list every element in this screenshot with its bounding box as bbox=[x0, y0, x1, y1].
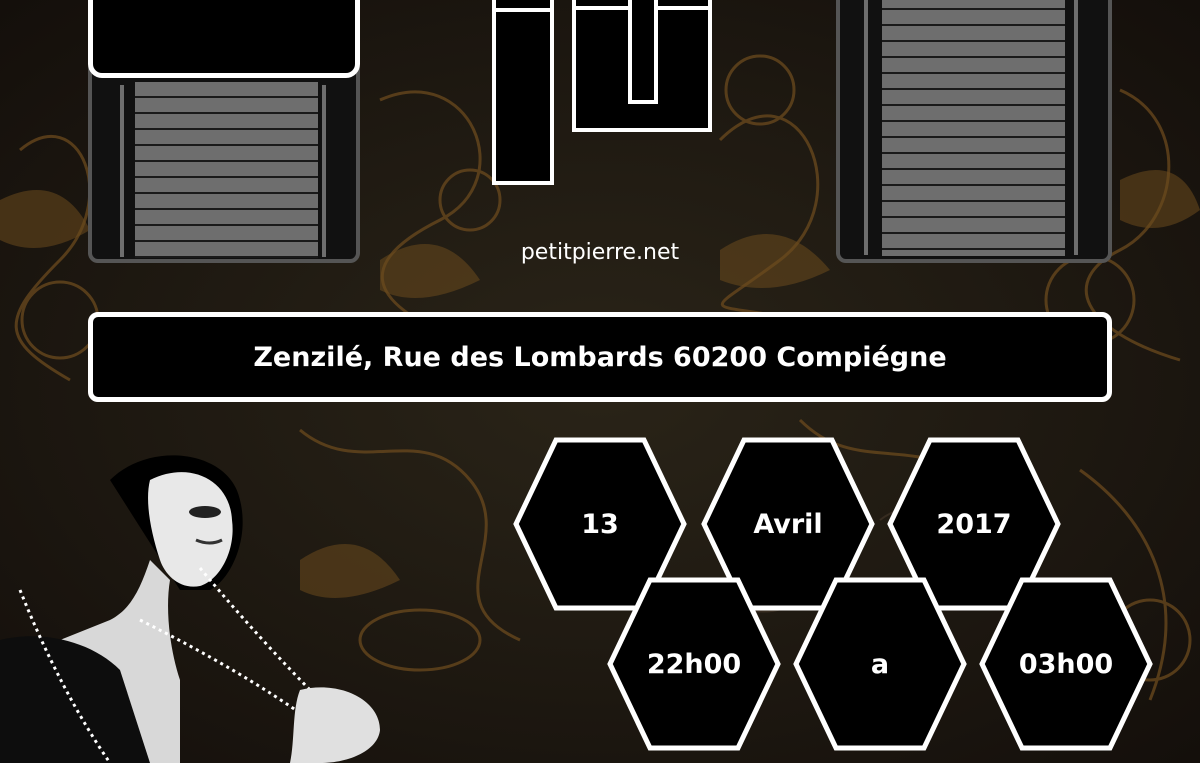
end-time-hexagon: 03h00 bbox=[978, 576, 1154, 752]
start-time-hexagon: 22h00 bbox=[606, 576, 782, 752]
end-time-text: 03h00 bbox=[1018, 648, 1114, 680]
separator-text: a bbox=[870, 648, 890, 680]
separator-hexagon: a bbox=[792, 576, 968, 752]
address-text: Zenzilé, Rue des Lombards 60200 Compiégn… bbox=[253, 341, 947, 373]
start-time-text: 22h00 bbox=[646, 648, 742, 680]
address-banner: Zenzilé, Rue des Lombards 60200 Compiégn… bbox=[88, 312, 1112, 402]
website-text: petitpierre.net bbox=[520, 240, 680, 265]
woman-illustration bbox=[0, 455, 380, 763]
